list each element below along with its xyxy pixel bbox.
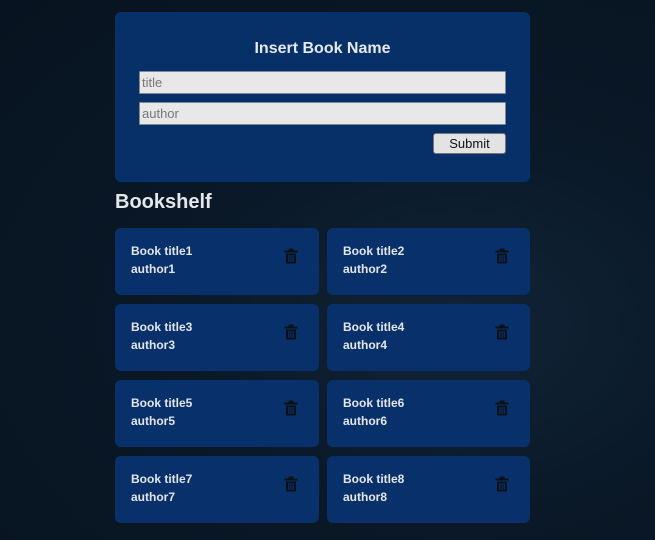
title-input[interactable] — [139, 71, 506, 94]
book-title: Book title1 — [131, 244, 193, 258]
author-input[interactable] — [139, 102, 506, 125]
book-author: author7 — [131, 490, 176, 504]
trash-icon[interactable] — [495, 400, 509, 416]
book-author: author3 — [131, 338, 176, 352]
book-title: Book title2 — [343, 244, 405, 258]
book-author: author5 — [131, 414, 176, 428]
book-card: Book title8 author8 — [327, 456, 530, 523]
trash-icon[interactable] — [284, 400, 298, 416]
trash-icon[interactable] — [284, 324, 298, 340]
form-heading: Insert Book Name — [254, 40, 391, 57]
book-card: Book title4 author4 — [327, 304, 530, 371]
book-title: Book title3 — [131, 320, 193, 334]
book-card: Book title6 author6 — [327, 380, 530, 447]
book-author: author2 — [343, 262, 388, 276]
book-title: Book title6 — [343, 396, 405, 410]
book-author: author8 — [343, 490, 388, 504]
book-title: Book title5 — [131, 396, 193, 410]
book-card: Book title5 author5 — [115, 380, 319, 447]
bookshelf-heading: Bookshelf — [115, 191, 212, 213]
book-card: Book title1 author1 — [115, 228, 319, 295]
book-author: author1 — [131, 262, 176, 276]
book-card: Book title3 author3 — [115, 304, 319, 371]
book-title: Book title7 — [131, 472, 193, 486]
trash-icon[interactable] — [495, 324, 509, 340]
trash-icon[interactable] — [495, 476, 509, 492]
trash-icon[interactable] — [284, 476, 298, 492]
book-title: Book title4 — [343, 320, 405, 334]
trash-icon[interactable] — [284, 248, 298, 264]
trash-icon[interactable] — [495, 248, 509, 264]
book-card: Book title7 author7 — [115, 456, 319, 523]
book-card: Book title2 author2 — [327, 228, 530, 295]
insert-book-form: Insert Book Name Submit — [115, 12, 530, 182]
book-author: author4 — [343, 338, 388, 352]
book-title: Book title8 — [343, 472, 405, 486]
bookshelf-grid: Book title1 author1 Book title2 author2 … — [115, 228, 530, 523]
submit-button[interactable]: Submit — [433, 133, 506, 154]
book-author: author6 — [343, 414, 388, 428]
